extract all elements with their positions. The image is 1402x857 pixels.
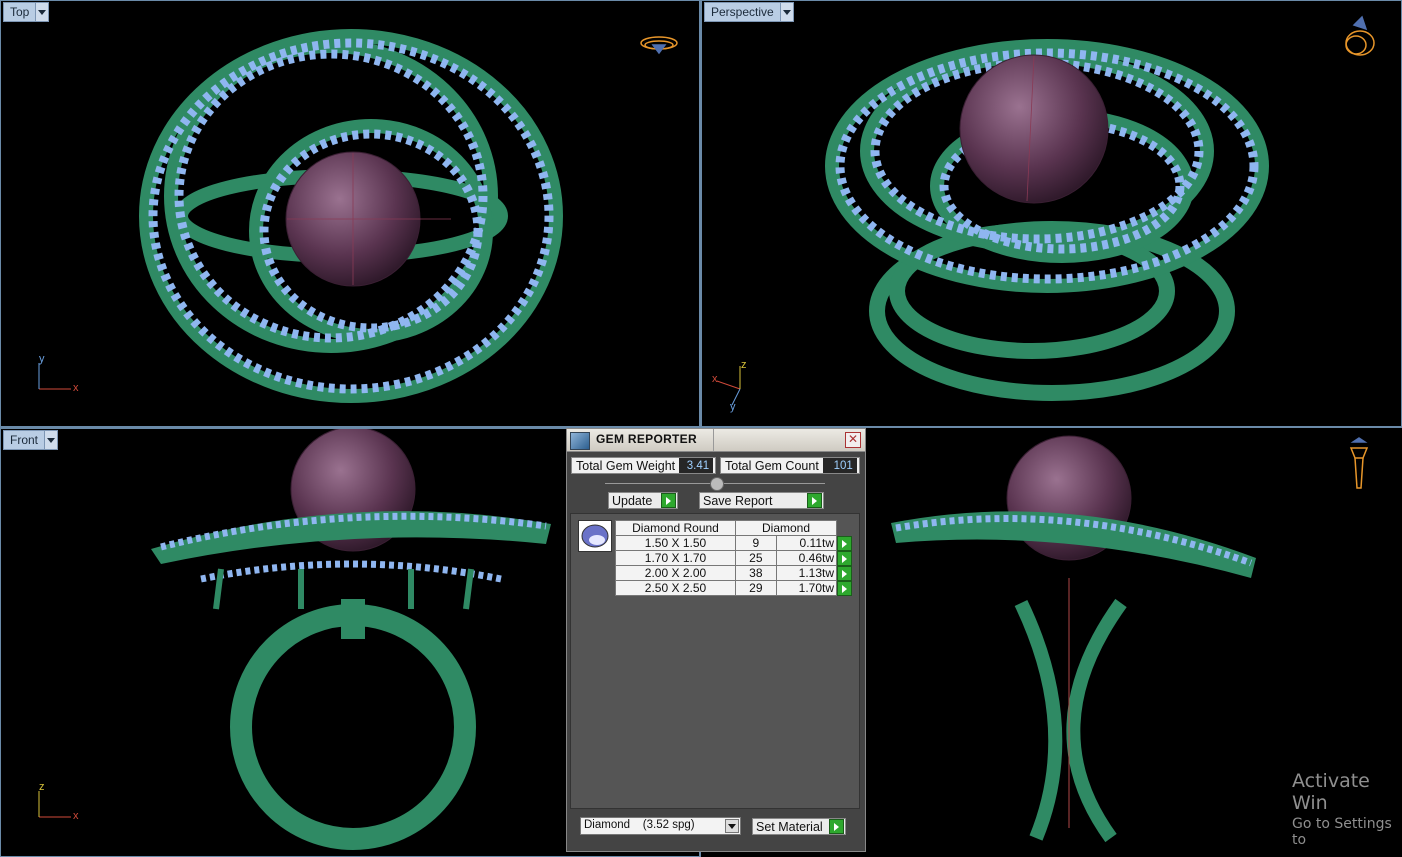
activation-watermark: Activate Win Go to Settings to — [1292, 770, 1402, 848]
viewport-label-perspective[interactable]: Perspective — [704, 2, 794, 22]
ring-orientation-icon — [640, 36, 678, 55]
play-icon — [807, 493, 822, 508]
material-select[interactable]: Diamond (3.52 spg) — [580, 817, 741, 835]
gem-count: 9 — [735, 535, 777, 551]
viewport-label-text: Front — [10, 433, 39, 447]
titlebar-divider — [713, 429, 714, 451]
table-header-shape: Diamond Round — [615, 520, 736, 536]
table-row[interactable]: 1.70 X 1.70 25 0.46tw — [615, 550, 855, 566]
ring-orientation-icon — [1349, 437, 1369, 489]
chevron-down-icon[interactable] — [725, 819, 739, 833]
gem-size: 2.50 X 2.50 — [615, 580, 736, 596]
axis-triad — [38, 363, 71, 390]
gem-count: 38 — [735, 565, 777, 581]
total-gem-count-label: Total Gem Count — [725, 458, 819, 473]
set-material-button[interactable]: Set Material — [752, 818, 846, 835]
gem-weight: 0.11tw — [775, 535, 838, 551]
total-gem-weight: Total Gem Weight 3.41 — [571, 457, 716, 474]
save-report-button-label: Save Report — [703, 493, 773, 508]
close-icon[interactable]: ✕ — [845, 432, 861, 448]
axis-label-x: x — [73, 382, 79, 394]
table-row[interactable]: 2.00 X 2.00 38 1.13tw — [615, 565, 855, 581]
gem-reporter-panel: GEM REPORTER ✕ Total Gem Weight 3.41 Tot… — [566, 428, 866, 852]
gem-count: 25 — [735, 550, 777, 566]
viewport-perspective[interactable]: z x y Perspective — [701, 0, 1402, 427]
chevron-down-icon[interactable] — [35, 3, 49, 21]
axis-label-x: x — [73, 810, 79, 822]
viewport-label-text: Perspective — [711, 5, 774, 19]
axis-triad — [716, 366, 741, 406]
panel-title: GEM REPORTER — [596, 432, 697, 446]
total-gem-weight-value: 3.41 — [679, 458, 714, 473]
top-view-render — [38, 29, 678, 403]
axis-label-y: y — [730, 401, 736, 413]
viewport-label-front[interactable]: Front — [3, 430, 59, 450]
set-material-button-label: Set Material — [756, 819, 823, 834]
gem-weight: 1.13tw — [775, 565, 838, 581]
material-select-value: Diamond (3.52 spg) — [584, 819, 695, 831]
table-header-material: Diamond — [735, 520, 837, 536]
chevron-down-icon[interactable] — [779, 3, 793, 21]
gem-reporter-icon — [570, 432, 590, 450]
chevron-down-icon[interactable] — [44, 431, 58, 449]
diamond-round-icon — [581, 524, 609, 548]
play-icon — [829, 819, 844, 834]
ring-orientation-icon — [1345, 15, 1375, 56]
play-icon — [837, 565, 852, 581]
splitter-handle[interactable] — [710, 477, 724, 491]
gem-table: Diamond Round Diamond 1.50 X 1.50 9 0.11tw… — [615, 520, 855, 596]
gem-size: 2.00 X 2.00 — [615, 565, 736, 581]
table-row[interactable]: 1.50 X 1.50 9 0.11tw — [615, 535, 855, 551]
gem-list-area: Diamond Round Diamond 1.50 X 1.50 9 0.11tw… — [570, 513, 860, 809]
gem-count: 29 — [735, 580, 777, 596]
table-row[interactable]: 2.50 X 2.50 29 1.70tw — [615, 580, 855, 596]
axis-label-z: z — [39, 781, 45, 793]
row-action[interactable] — [836, 550, 855, 566]
update-button[interactable]: Update — [608, 492, 678, 509]
watermark-line-1: Activate Win — [1292, 770, 1370, 814]
viewport-label-text: Top — [10, 5, 30, 19]
total-gem-weight-label: Total Gem Weight — [576, 458, 676, 473]
gem-weight: 0.46tw — [775, 550, 838, 566]
update-button-label: Update — [612, 493, 653, 508]
play-icon — [837, 580, 852, 596]
gem-size: 1.50 X 1.50 — [615, 535, 736, 551]
row-action[interactable] — [836, 535, 855, 551]
play-icon — [837, 535, 852, 551]
viewport-label-top[interactable]: Top — [3, 2, 50, 22]
play-icon — [661, 493, 676, 508]
row-action[interactable] — [836, 580, 855, 596]
axis-label-z: z — [741, 359, 747, 371]
watermark-line-2: Go to Settings to — [1292, 816, 1392, 848]
play-icon — [837, 550, 852, 566]
axis-label-x: x — [712, 373, 718, 385]
gem-weight: 1.70tw — [775, 580, 838, 596]
total-gem-count: Total Gem Count 101 — [720, 457, 860, 474]
gem-reporter-titlebar[interactable]: GEM REPORTER ✕ — [567, 429, 865, 452]
save-report-button[interactable]: Save Report — [699, 492, 824, 509]
axis-triad — [38, 791, 71, 818]
gem-size: 1.70 X 1.70 — [615, 550, 736, 566]
row-action[interactable] — [836, 565, 855, 581]
viewport-top[interactable]: y x Top — [0, 0, 700, 427]
axis-label-y: y — [39, 353, 45, 365]
total-gem-count-value: 101 — [822, 458, 857, 473]
perspective-view-render — [716, 15, 1375, 406]
gem-thumbnail[interactable] — [578, 520, 612, 552]
